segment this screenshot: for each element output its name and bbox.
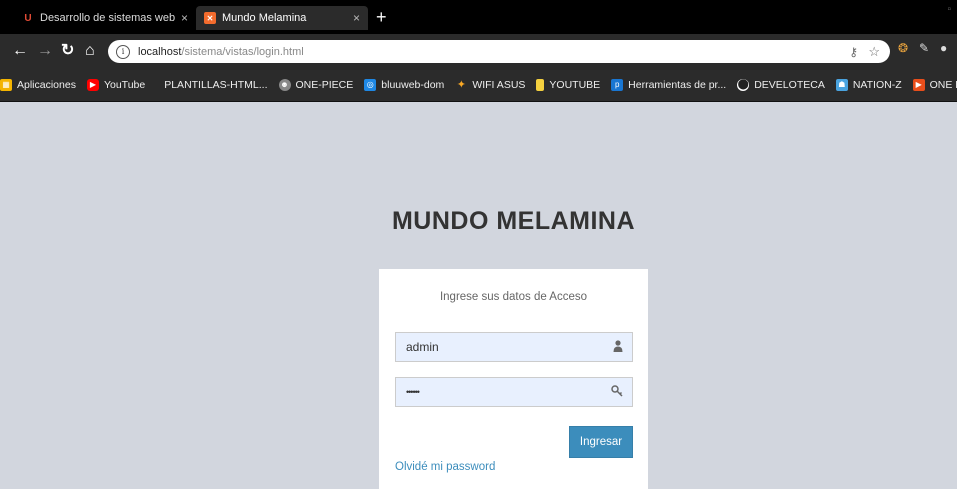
- nation-z-icon: ☗: [835, 78, 848, 91]
- forgot-password-link[interactable]: Olvidé mi password: [395, 461, 495, 473]
- tab-mundo-melamina[interactable]: ✕ Mundo Melamina ×: [196, 6, 368, 30]
- reload-icon[interactable]: ↻: [61, 42, 74, 60]
- key-icon[interactable]: ⚷: [849, 45, 858, 59]
- browser-toolbar: ← → ↻ ⌂ i localhost/sistema/vistas/login…: [0, 34, 957, 68]
- bookmark-label: DEVELOTECA: [754, 78, 825, 91]
- close-tab-icon[interactable]: ×: [353, 11, 360, 25]
- url-host: localhost: [138, 45, 182, 58]
- extension-icon[interactable]: ❂: [898, 41, 908, 55]
- one-piece-icon: ☻: [278, 78, 291, 91]
- apps-grid-icon: ▦: [0, 78, 12, 91]
- pen-icon[interactable]: ✎: [919, 41, 929, 55]
- bookmark-label: Aplicaciones: [17, 78, 76, 91]
- tab-desarrollo[interactable]: U Desarrollo de sistemas web en PH ×: [14, 6, 196, 30]
- key-icon: [611, 385, 623, 400]
- tab-title: Mundo Melamina: [222, 12, 307, 24]
- login-box-message: Ingrese sus datos de Acceso: [439, 291, 588, 303]
- username-field[interactable]: admin: [395, 332, 633, 362]
- login-logo: MUNDO MELAMINA: [391, 207, 636, 235]
- info-icon[interactable]: i: [116, 44, 130, 59]
- tab-strip: U Desarrollo de sistemas web en PH × ✕ M…: [0, 0, 957, 34]
- bookmark-label: bluuweb-dom: [381, 78, 445, 91]
- bookmark-herramientas[interactable]: p Herramientas de pr...: [611, 78, 727, 91]
- profile-icon[interactable]: ●: [940, 41, 947, 55]
- url-path: /sistema/vistas/login.html: [181, 45, 304, 58]
- username-value: admin: [406, 340, 439, 354]
- udemy-icon: U: [24, 12, 32, 24]
- login-box: Ingrese sus datos de Acceso admin ••••••…: [379, 269, 648, 489]
- bookmarks-bar: ▦ Aplicaciones ▶ YouTube PLANTILLAS-HTML..…: [0, 68, 957, 102]
- bookmark-youtube-folder[interactable]: YOUTUBE: [536, 78, 601, 91]
- bookmark-bluuweb[interactable]: ◎ bluuweb-dom: [364, 78, 445, 91]
- develoteca-icon: ⬤: [737, 78, 750, 91]
- back-icon[interactable]: ←: [12, 42, 28, 60]
- bookmark-one-piece-play[interactable]: ▶ ONE PIECE: [912, 78, 957, 91]
- new-tab-button[interactable]: +: [376, 7, 387, 27]
- password-value: ••••••: [406, 387, 420, 397]
- user-icon: [613, 340, 623, 355]
- bookmark-label: ONE-PIECE: [295, 78, 354, 91]
- window-corner-icon: ▫: [947, 4, 951, 15]
- bookmark-label: WIFI ASUS: [472, 78, 526, 91]
- ingresar-button[interactable]: Ingresar: [569, 426, 633, 458]
- address-bar[interactable]: i localhost/sistema/vistas/login.html ⚷ …: [108, 40, 890, 63]
- bookmark-plantillas[interactable]: PLANTILLAS-HTML...: [164, 79, 267, 91]
- youtube-icon: ▶: [86, 78, 99, 91]
- bookmark-aplicaciones[interactable]: ▦ Aplicaciones: [0, 78, 76, 91]
- wifi-icon: ✦: [456, 79, 466, 91]
- password-field[interactable]: ••••••: [395, 377, 633, 407]
- bookmark-label: YOUTUBE: [549, 78, 601, 91]
- bookmark-youtube[interactable]: ▶ YouTube: [86, 78, 146, 91]
- folder-icon: [536, 78, 545, 91]
- bookmark-label: YouTube: [103, 78, 146, 91]
- bookmark-label: ONE PIECE: [929, 78, 957, 91]
- tools-icon: p: [611, 78, 624, 91]
- play-icon: ▶: [912, 78, 925, 91]
- bookmark-label: PLANTILLAS-HTML...: [164, 78, 268, 91]
- bookmark-one-piece[interactable]: ☻ ONE-PIECE: [278, 78, 354, 91]
- bookmark-nation-z[interactable]: ☗ NATION-Z: [835, 78, 902, 91]
- xampp-icon: ✕: [204, 12, 216, 24]
- bookmark-wifi-asus[interactable]: ✦ WIFI ASUS: [455, 78, 526, 92]
- tab-title: Desarrollo de sistemas web en PH: [40, 12, 177, 24]
- close-tab-icon[interactable]: ×: [181, 11, 188, 25]
- bluuweb-icon: ◎: [364, 78, 377, 91]
- home-icon[interactable]: ⌂: [85, 42, 95, 60]
- bookmark-label: NATION-Z: [852, 78, 902, 91]
- bookmark-label: Herramientas de pr...: [628, 78, 727, 91]
- forward-icon[interactable]: →: [37, 42, 53, 60]
- bookmark-develoteca[interactable]: ⬤ DEVELOTECA: [737, 78, 825, 91]
- star-icon[interactable]: ☆: [868, 44, 880, 60]
